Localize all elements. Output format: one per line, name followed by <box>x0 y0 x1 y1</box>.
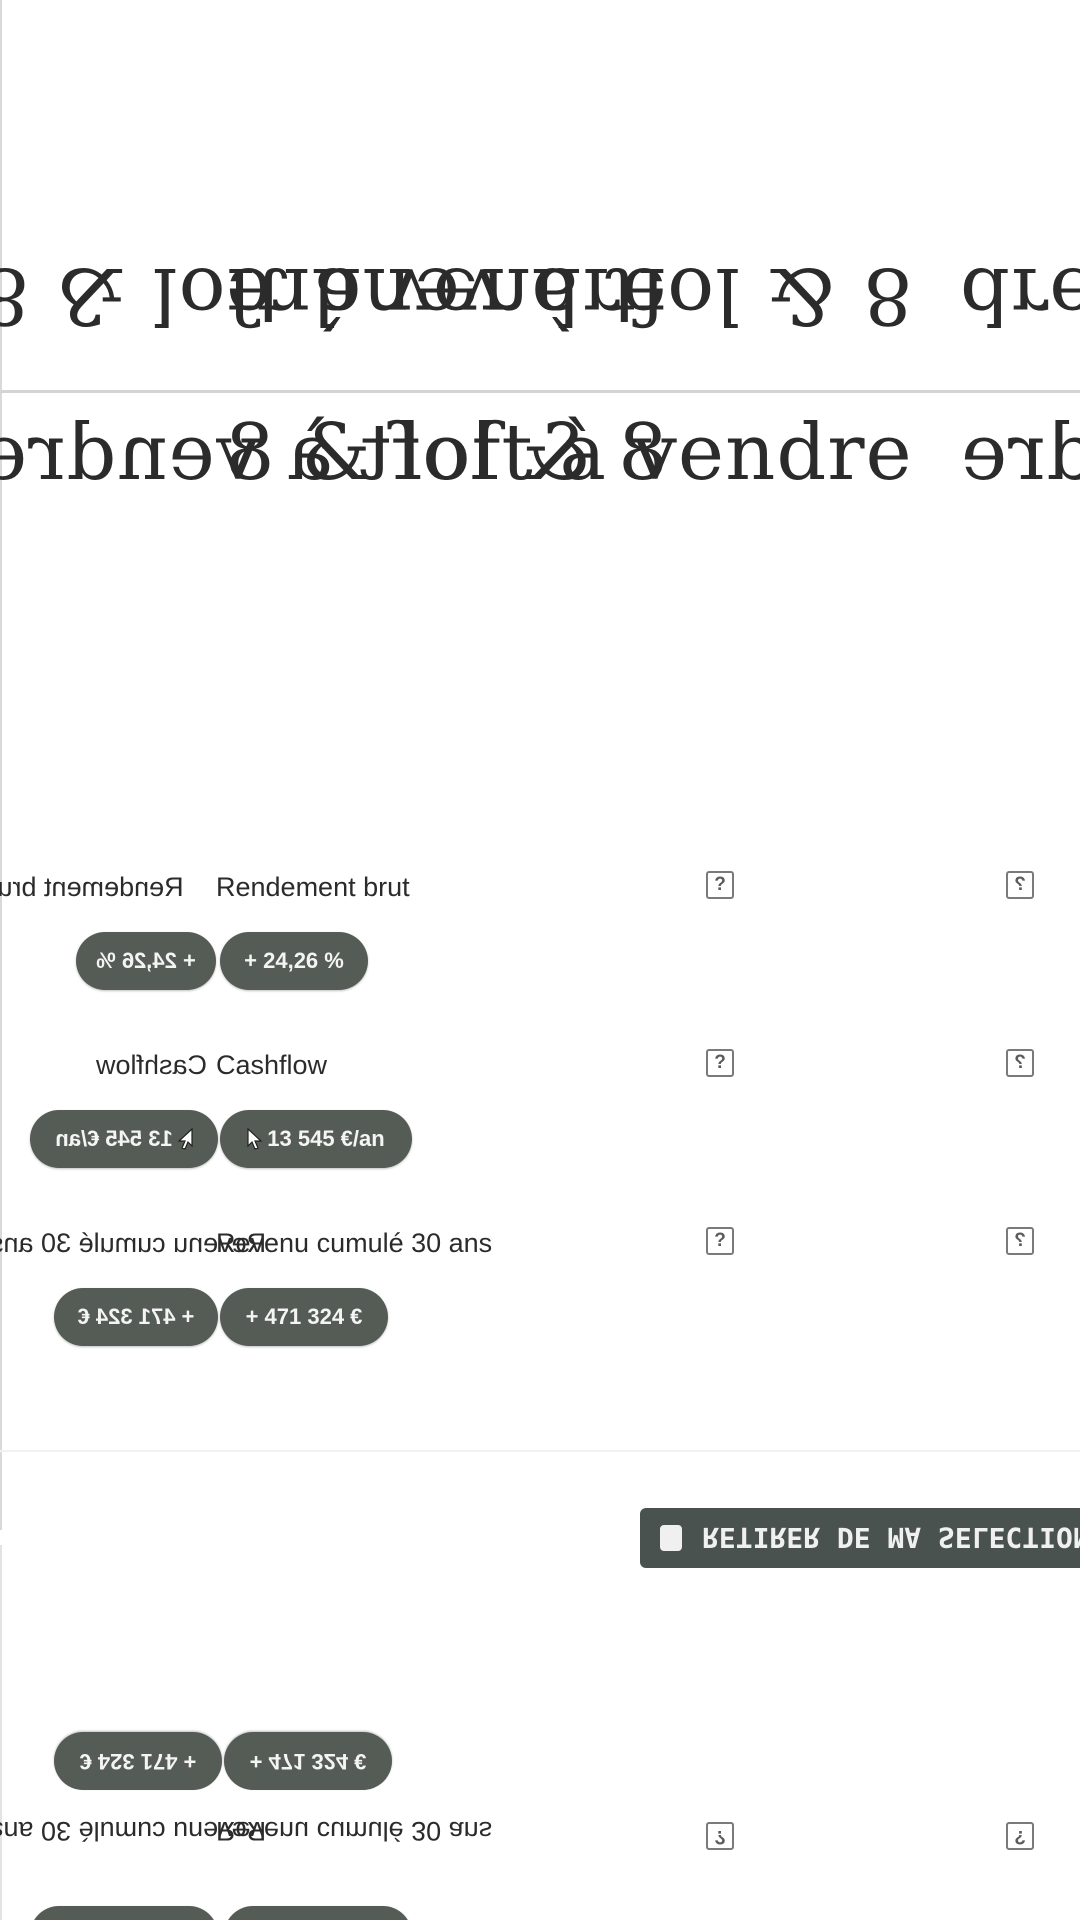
help-icon-mirror[interactable]: ? <box>1006 1822 1034 1850</box>
headline: 8 & loft à vendre <box>225 408 913 498</box>
metric-label-revenu: Revenu cumulé 30 ans <box>216 1228 493 1258</box>
help-icon-mirror[interactable]: ? <box>1006 871 1034 899</box>
section-separator <box>0 1450 1080 1452</box>
help-icon-mirror[interactable]: ? <box>1006 1227 1034 1255</box>
metric-label-mirror-rendement: Rendement brut <box>0 872 184 902</box>
headline-suffix: dre <box>960 408 1080 498</box>
headline-mirror-flipped-text: 8 & loft à vendre <box>225 250 913 340</box>
help-icon-mirror[interactable]: ? <box>1006 1049 1034 1077</box>
headline-text: 8 & loft à vendre <box>225 408 913 498</box>
left-border <box>0 0 2 1530</box>
cursor-icon <box>177 1128 193 1150</box>
metric-value-cashflow: 13 545 €/an <box>220 1110 412 1168</box>
help-icon[interactable]: ? <box>706 1822 734 1850</box>
metric-value-mirror-revenu: + 471 324 € <box>54 1288 218 1346</box>
metric-label-revenu-bottom: Revenu cumulé 30 ans <box>216 1816 493 1846</box>
remove-from-selection-button[interactable]: RETIRER DE MA SELECTION <box>640 1508 1080 1568</box>
cursor-icon <box>247 1128 263 1150</box>
metric-label-cashflow: Cashflow <box>216 1050 328 1080</box>
remove-from-selection-label: RETIRER DE MA SELECTION <box>702 1521 1080 1555</box>
metric-value-revenu: + 471 324 € <box>220 1288 388 1346</box>
headline-mirror-suffix-text: dre <box>960 250 1080 340</box>
divider <box>0 390 1080 393</box>
left-border-lower <box>0 1545 2 1920</box>
metric-value-rendement: + 24,26 % <box>220 932 368 990</box>
metric-value-partial <box>30 1906 218 1920</box>
metric-value-partial <box>224 1906 412 1920</box>
metric-value-revenu-bottom: + 471 324 € <box>224 1732 392 1790</box>
headline-suffix-text: dre <box>960 408 1080 498</box>
screen: 8 & loft à vendre 8 & loft à vendre dre … <box>0 0 1080 1920</box>
checkbox-icon <box>660 1525 682 1551</box>
metric-value-mirror-revenu-bottom: + 471 324 € <box>54 1732 222 1790</box>
metric-value-mirror-rendement: + 24,26 % <box>76 932 216 990</box>
headline-mirror-flipped: 8 & loft à vendre <box>225 250 913 340</box>
help-icon[interactable]: ? <box>706 1227 734 1255</box>
metric-label-mirror-cashflow: Cashflow <box>96 1050 208 1080</box>
metric-label-rendement: Rendement brut <box>216 872 410 902</box>
help-icon[interactable]: ? <box>706 1049 734 1077</box>
headline-mirror-suffix: dre <box>960 250 1080 340</box>
help-icon[interactable]: ? <box>706 871 734 899</box>
metric-value-mirror-cashflow: 13 545 €/an <box>30 1110 218 1168</box>
